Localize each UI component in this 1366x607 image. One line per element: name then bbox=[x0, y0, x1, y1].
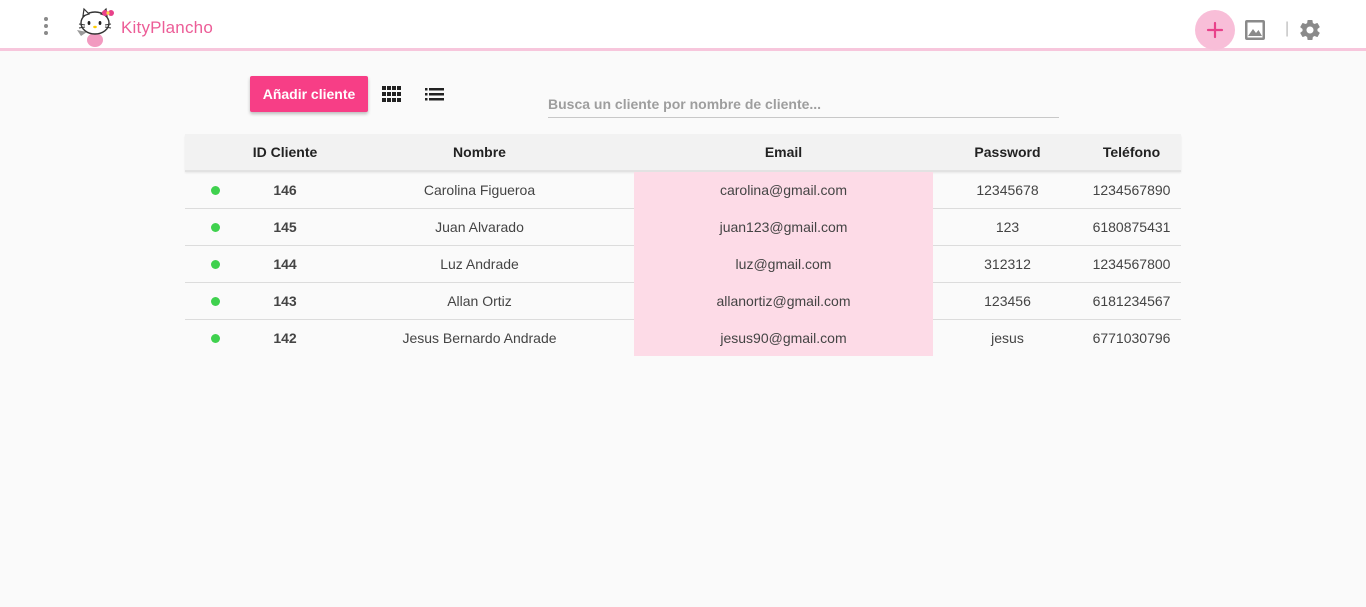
table-row[interactable]: 144 Luz Andrade luz@gmail.com 312312 123… bbox=[185, 245, 1181, 283]
table-header: ID Cliente Nombre Email Password Teléfon… bbox=[185, 134, 1181, 172]
client-password: 12345678 bbox=[933, 171, 1082, 209]
plus-icon bbox=[1206, 21, 1224, 39]
client-password: 123 bbox=[933, 208, 1082, 246]
status-cell bbox=[185, 208, 245, 246]
table-row[interactable]: 146 Carolina Figueroa carolina@gmail.com… bbox=[185, 171, 1181, 209]
column-password[interactable]: Password bbox=[933, 134, 1082, 172]
toolbar-separator: | bbox=[1285, 20, 1290, 37]
client-id: 145 bbox=[245, 208, 325, 246]
status-dot-icon bbox=[210, 333, 220, 343]
table-body: 146 Carolina Figueroa carolina@gmail.com… bbox=[185, 171, 1181, 356]
status-cell bbox=[185, 245, 245, 283]
client-id: 142 bbox=[273, 329, 297, 346]
client-name: Jesus Bernardo Andrade bbox=[402, 329, 557, 346]
table-row[interactable]: 145 Juan Alvarado juan123@gmail.com 123 … bbox=[185, 208, 1181, 246]
client-password: 123456 bbox=[933, 282, 1082, 320]
add-client-button[interactable]: Añadir cliente bbox=[250, 76, 368, 112]
client-email: allanortiz@gmail.com bbox=[634, 282, 933, 320]
top-app-bar: KityPlancho | bbox=[0, 0, 1366, 51]
status-cell bbox=[185, 282, 245, 320]
client-email: jesus90@gmail.com bbox=[634, 319, 933, 356]
client-phone: 1234567800 bbox=[1082, 245, 1181, 283]
table-row[interactable]: 143 Allan Ortiz allanortiz@gmail.com 123… bbox=[185, 282, 1181, 320]
status-dot-icon bbox=[210, 259, 220, 269]
client-email: carolina@gmail.com bbox=[634, 171, 933, 209]
column-id[interactable]: ID Cliente bbox=[245, 134, 325, 172]
grid-view-icon[interactable] bbox=[382, 86, 402, 102]
table-row[interactable]: 142 Jesus Bernardo Andrade jesus90@gmail… bbox=[185, 319, 1181, 356]
app-title[interactable]: KityPlancho bbox=[121, 18, 213, 38]
search-input[interactable] bbox=[548, 92, 1059, 116]
status-cell bbox=[185, 171, 245, 209]
client-email: luz@gmail.com bbox=[634, 245, 933, 283]
column-status bbox=[185, 134, 245, 172]
column-name[interactable]: Nombre bbox=[325, 134, 634, 172]
client-email: juan123@gmail.com bbox=[634, 208, 933, 246]
gear-icon[interactable] bbox=[1298, 18, 1322, 42]
column-phone[interactable]: Teléfono bbox=[1082, 134, 1181, 172]
client-password: 312312 bbox=[933, 245, 1082, 283]
client-phone: 6181234567 bbox=[1082, 282, 1181, 320]
client-name: Luz Andrade bbox=[325, 245, 634, 283]
client-name: Juan Alvarado bbox=[325, 208, 634, 246]
client-phone: 6771030796 bbox=[1092, 329, 1171, 346]
client-id: 144 bbox=[245, 245, 325, 283]
client-name: Allan Ortiz bbox=[325, 282, 634, 320]
status-dot-icon bbox=[210, 222, 220, 232]
hello-kitty-logo bbox=[77, 7, 114, 47]
more-vert-icon[interactable] bbox=[34, 14, 58, 38]
client-phone: 6180875431 bbox=[1082, 208, 1181, 246]
status-dot-icon bbox=[210, 185, 220, 195]
list-view-icon[interactable] bbox=[425, 86, 445, 102]
client-phone: 1234567890 bbox=[1082, 171, 1181, 209]
image-icon[interactable] bbox=[1244, 19, 1266, 41]
column-email[interactable]: Email bbox=[634, 134, 933, 172]
clients-table: ID Cliente Nombre Email Password Teléfon… bbox=[185, 134, 1181, 356]
add-button[interactable] bbox=[1195, 10, 1235, 50]
client-id: 143 bbox=[245, 282, 325, 320]
status-cell bbox=[185, 319, 245, 356]
status-dot-icon bbox=[210, 296, 220, 306]
client-name: Carolina Figueroa bbox=[325, 171, 634, 209]
table-header-row: ID Cliente Nombre Email Password Teléfon… bbox=[185, 134, 1181, 172]
search-field bbox=[548, 92, 1059, 118]
client-password: jesus bbox=[991, 329, 1024, 346]
client-id: 146 bbox=[245, 171, 325, 209]
